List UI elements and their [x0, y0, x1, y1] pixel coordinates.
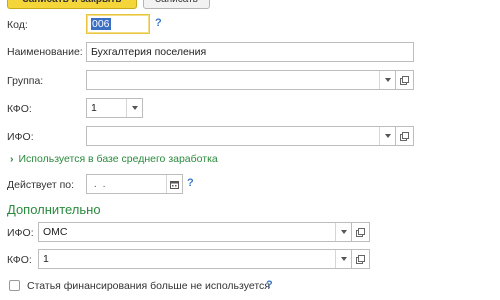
not-used-help-icon[interactable]: ?: [266, 279, 273, 291]
group-dropdown-icon[interactable]: [379, 71, 395, 89]
additional-ifo-dropdown-icon[interactable]: [335, 223, 351, 241]
ifo-open-icon[interactable]: [396, 126, 414, 146]
save-and-close-button[interactable]: Записать и закрыть: [7, 0, 137, 9]
additional-kfo-dropdown-icon[interactable]: [335, 250, 351, 268]
additional-kfo-label: КФО:: [7, 254, 32, 266]
valid-to-help-icon[interactable]: ?: [187, 177, 194, 189]
ifo-label: ИФО:: [7, 131, 34, 143]
additional-section-title: Дополнительно: [7, 202, 101, 217]
additional-ifo-open-icon[interactable]: [352, 222, 370, 242]
code-label: Код:: [7, 19, 28, 31]
kfo-dropdown-icon[interactable]: [126, 99, 142, 117]
calendar-icon[interactable]: [166, 175, 182, 193]
code-input[interactable]: 006: [86, 14, 150, 34]
not-used-checkbox-label: Статья финансирования больше не использу…: [27, 280, 270, 292]
additional-kfo-open-icon[interactable]: [352, 249, 370, 269]
avg-salary-group-label: Используется в базе среднего заработка: [18, 153, 218, 165]
group-label: Группа:: [7, 75, 44, 87]
kfo-label: КФО:: [7, 103, 32, 115]
name-input[interactable]: Бухгалтерия поселения: [86, 42, 414, 62]
additional-kfo-input[interactable]: 1: [38, 249, 352, 269]
valid-to-label: Действует по:: [7, 179, 75, 191]
additional-ifo-label: ИФО:: [7, 227, 34, 239]
kfo-select[interactable]: 1: [86, 98, 143, 118]
kfo-value: 1: [91, 102, 97, 114]
name-value: Бухгалтерия поселения: [91, 46, 207, 58]
chevron-right-icon: ›: [10, 153, 14, 165]
valid-to-value: . .: [91, 178, 106, 190]
ifo-input[interactable]: [86, 126, 396, 146]
additional-ifo-value: ОМС: [43, 226, 68, 238]
additional-ifo-input[interactable]: ОМС: [38, 222, 352, 242]
group-open-icon[interactable]: [396, 70, 414, 90]
code-help-icon[interactable]: ?: [155, 17, 162, 29]
save-button[interactable]: Записать: [143, 0, 210, 9]
avg-salary-group-toggle[interactable]: › Используется в базе среднего заработка: [10, 153, 218, 165]
not-used-checkbox[interactable]: [9, 280, 20, 291]
valid-to-date-input[interactable]: . .: [86, 174, 183, 194]
name-label: Наименование:: [7, 46, 83, 58]
group-input[interactable]: [86, 70, 396, 90]
ifo-dropdown-icon[interactable]: [379, 127, 395, 145]
code-value: 006: [91, 18, 111, 30]
additional-kfo-value: 1: [43, 253, 49, 265]
